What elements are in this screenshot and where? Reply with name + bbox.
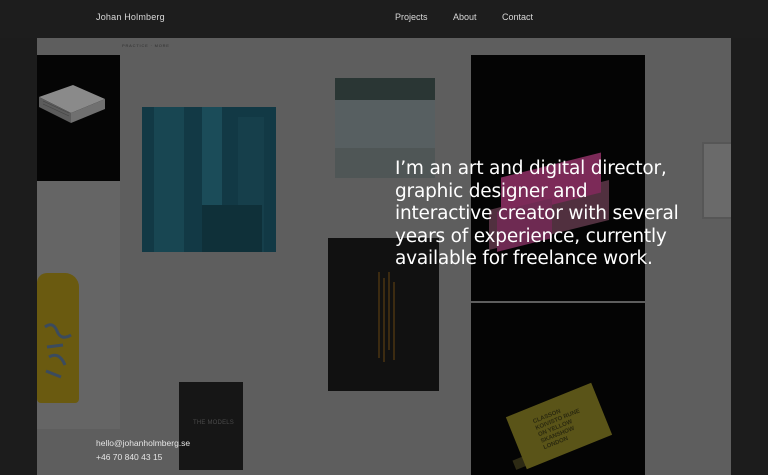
project-tile-the-models-book[interactable]: THE MODELS (179, 382, 243, 470)
nav-projects[interactable]: Projects (395, 12, 428, 22)
left-gutter (0, 38, 37, 475)
nav-contact[interactable]: Contact (502, 12, 533, 22)
dark-book-spine-pattern (376, 272, 398, 362)
book-stack-image (39, 85, 105, 123)
project-tile-gray-book[interactable] (702, 142, 731, 219)
nav-about[interactable]: About (453, 12, 477, 22)
project-tile-yellow-book[interactable]: CLASSON KOIVISTO RUNE ON YELLOW SKANSHOW… (471, 303, 645, 475)
site-header: Johan Holmberg Projects About Contact (0, 0, 768, 38)
email-link[interactable]: hello@johanholmberg.se (96, 438, 190, 448)
phone-link[interactable]: +46 70 840 43 15 (96, 452, 162, 462)
project-tile-book-stack[interactable] (37, 55, 120, 181)
models-book-title: THE MODELS (193, 420, 235, 426)
blue-scribble (43, 321, 73, 386)
project-tile-architecture-photo[interactable] (142, 107, 276, 252)
brand-link[interactable]: Johan Holmberg (96, 12, 165, 22)
breadcrumb: PRACTICE · MORE (122, 43, 170, 48)
right-gutter (731, 38, 768, 475)
intro-statement: I’m an art and digital director, graphic… (395, 158, 679, 269)
project-tile-yellow-sculpture[interactable] (37, 181, 120, 429)
